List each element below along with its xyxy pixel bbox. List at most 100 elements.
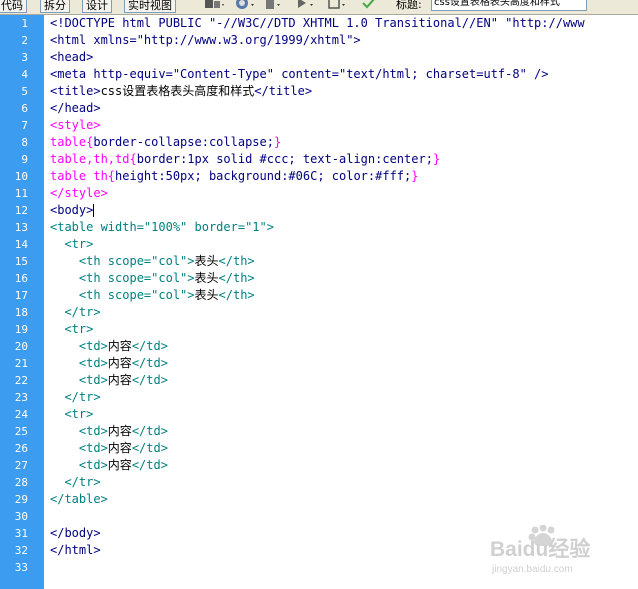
code-line[interactable]: 11 </style> (0, 185, 638, 202)
code-token: 表头 (194, 288, 219, 302)
code-text: </tr> (50, 304, 100, 321)
code-token: height:50px; background:#06C; color:#fff… (115, 169, 412, 183)
visual-aids-icon[interactable] (327, 0, 349, 11)
line-number: 1 (21, 17, 28, 30)
line-number: 7 (21, 119, 28, 132)
line-number: 22 (14, 374, 28, 387)
code-text: <table width="100%" border="1"> (50, 219, 274, 236)
line-number: 33 (14, 561, 28, 574)
document-title-input[interactable]: css设置表格表头高度和样式 (431, 0, 587, 11)
code-text: <!DOCTYPE html PUBLIC "-//W3C//DTD XHTML… (50, 15, 585, 32)
code-line[interactable]: 2 <html xmlns="http://www.w3.org/1999/xht… (0, 32, 638, 49)
code-line[interactable]: 7 <style> (0, 117, 638, 134)
code-token: <tr> (50, 237, 94, 251)
code-token: </style> (50, 186, 108, 200)
code-token: <tr> (50, 407, 94, 421)
line-number: 5 (21, 85, 28, 98)
code-line[interactable]: 20 <td>内容</td> (0, 338, 638, 355)
file-management-icon[interactable] (264, 0, 286, 11)
code-token: <tr> (50, 322, 94, 336)
code-text: <td>内容</td> (50, 372, 168, 389)
code-text: table,th,td{border:1px solid #ccc; text-… (50, 151, 440, 168)
code-token: border:1px solid #ccc; text-align:center… (136, 152, 433, 166)
code-token: <td> (50, 339, 108, 353)
line-number: 21 (14, 357, 28, 370)
line-number: 30 (14, 510, 28, 523)
line-number: 3 (21, 51, 28, 64)
code-line[interactable]: 25 <td>内容</td> (0, 423, 638, 440)
check-page-icon[interactable] (361, 0, 383, 11)
code-editor[interactable]: 1 <!DOCTYPE html PUBLIC "-//W3C//DTD XHTM… (0, 15, 638, 576)
code-text: <tr> (50, 321, 93, 338)
code-text: <html xmlns="http://www.w3.org/1999/xhtm… (50, 32, 361, 49)
code-line[interactable]: 9 table,th,td{border:1px solid #ccc; text… (0, 151, 638, 168)
code-line[interactable]: 21 <td>内容</td> (0, 355, 638, 372)
debug-icon[interactable] (296, 0, 318, 11)
code-line[interactable]: 30 (0, 508, 638, 525)
code-text: </head> (50, 100, 101, 117)
code-token: <td> (50, 356, 108, 370)
code-token: table,th,td (50, 152, 130, 166)
code-token: </html> (50, 543, 101, 557)
code-token: <body> (50, 203, 94, 217)
line-number: 2 (21, 34, 28, 47)
code-text: </style> (50, 185, 108, 202)
live-view-button[interactable]: 实时视图 (124, 0, 176, 13)
code-token: </tr> (50, 390, 101, 404)
code-line[interactable]: 24 <tr> (0, 406, 638, 423)
code-line[interactable]: 10 table th{height:50px; background:#06C;… (0, 168, 638, 185)
code-line[interactable]: 22 <td>内容</td> (0, 372, 638, 389)
line-number: 23 (14, 391, 28, 404)
line-number: 19 (14, 323, 28, 336)
code-line[interactable]: 13 <table width="100%" border="1"> (0, 219, 638, 236)
multiscreen-icon[interactable] (203, 0, 225, 11)
code-line[interactable]: 12 <body> (0, 202, 638, 219)
baidu-jingyan-watermark: Baidu经验 jingyan.baidu.com (490, 525, 590, 575)
line-number: 8 (21, 136, 28, 149)
code-line[interactable]: 4 <meta http-equiv="Content-Type" content… (0, 66, 638, 83)
code-token: 内容 (107, 373, 132, 387)
document-toolbar: 代码 拆分 设计 实时视图 标题: css设置表格表头高度和样式 (0, 0, 638, 15)
code-line[interactable]: 17 <th scope="col">表头</th> (0, 287, 638, 304)
code-line[interactable]: 19 <tr> (0, 321, 638, 338)
code-line[interactable]: 15 <th scope="col">表头</th> (0, 253, 638, 270)
line-number: 18 (14, 306, 28, 319)
code-text: <tr> (50, 236, 93, 253)
code-token: <!DOCTYPE html PUBLIC "-//W3C//DTD XHTML… (50, 16, 585, 30)
code-token: <td> (50, 458, 108, 472)
code-text: </tr> (50, 474, 100, 491)
code-view-button[interactable]: 代码 (0, 0, 27, 13)
code-text: <td>内容</td> (50, 338, 168, 355)
code-token: <td> (50, 441, 108, 455)
code-text: <head> (50, 49, 93, 66)
preview-browser-icon[interactable] (234, 0, 256, 11)
code-token: </td> (131, 441, 168, 455)
code-token: css设置表格表头高度和样式 (100, 84, 255, 98)
code-text: <td>内容</td> (50, 440, 168, 457)
code-line[interactable]: 27 <td>内容</td> (0, 457, 638, 474)
code-line[interactable]: 5 <title>css设置表格表头高度和样式</title> (0, 83, 638, 100)
line-number: 20 (14, 340, 28, 353)
code-text: table{border-collapse:collapse;} (50, 134, 281, 151)
watermark-url: jingyan.baidu.com (491, 564, 573, 575)
code-token: 内容 (107, 339, 132, 353)
code-line[interactable]: 6 </head> (0, 100, 638, 117)
code-token: 内容 (107, 458, 132, 472)
split-view-button[interactable]: 拆分 (40, 0, 70, 13)
code-line[interactable]: 3 <head> (0, 49, 638, 66)
code-line[interactable]: 26 <td>内容</td> (0, 440, 638, 457)
design-view-button[interactable]: 设计 (82, 0, 112, 13)
code-token: </td> (131, 373, 168, 387)
code-line[interactable]: 23 </tr> (0, 389, 638, 406)
line-number: 14 (14, 238, 28, 251)
code-line[interactable]: 16 <th scope="col">表头</th> (0, 270, 638, 287)
code-token: <td> (50, 373, 108, 387)
code-line[interactable]: 1 <!DOCTYPE html PUBLIC "-//W3C//DTD XHTM… (0, 15, 638, 32)
code-line[interactable]: 14 <tr> (0, 236, 638, 253)
code-line[interactable]: 18 </tr> (0, 304, 638, 321)
code-token: <td> (50, 424, 108, 438)
code-line[interactable]: 29 </table> (0, 491, 638, 508)
line-number: 28 (14, 476, 28, 489)
code-line[interactable]: 8 table{border-collapse:collapse;} (0, 134, 638, 151)
code-line[interactable]: 28 </tr> (0, 474, 638, 491)
